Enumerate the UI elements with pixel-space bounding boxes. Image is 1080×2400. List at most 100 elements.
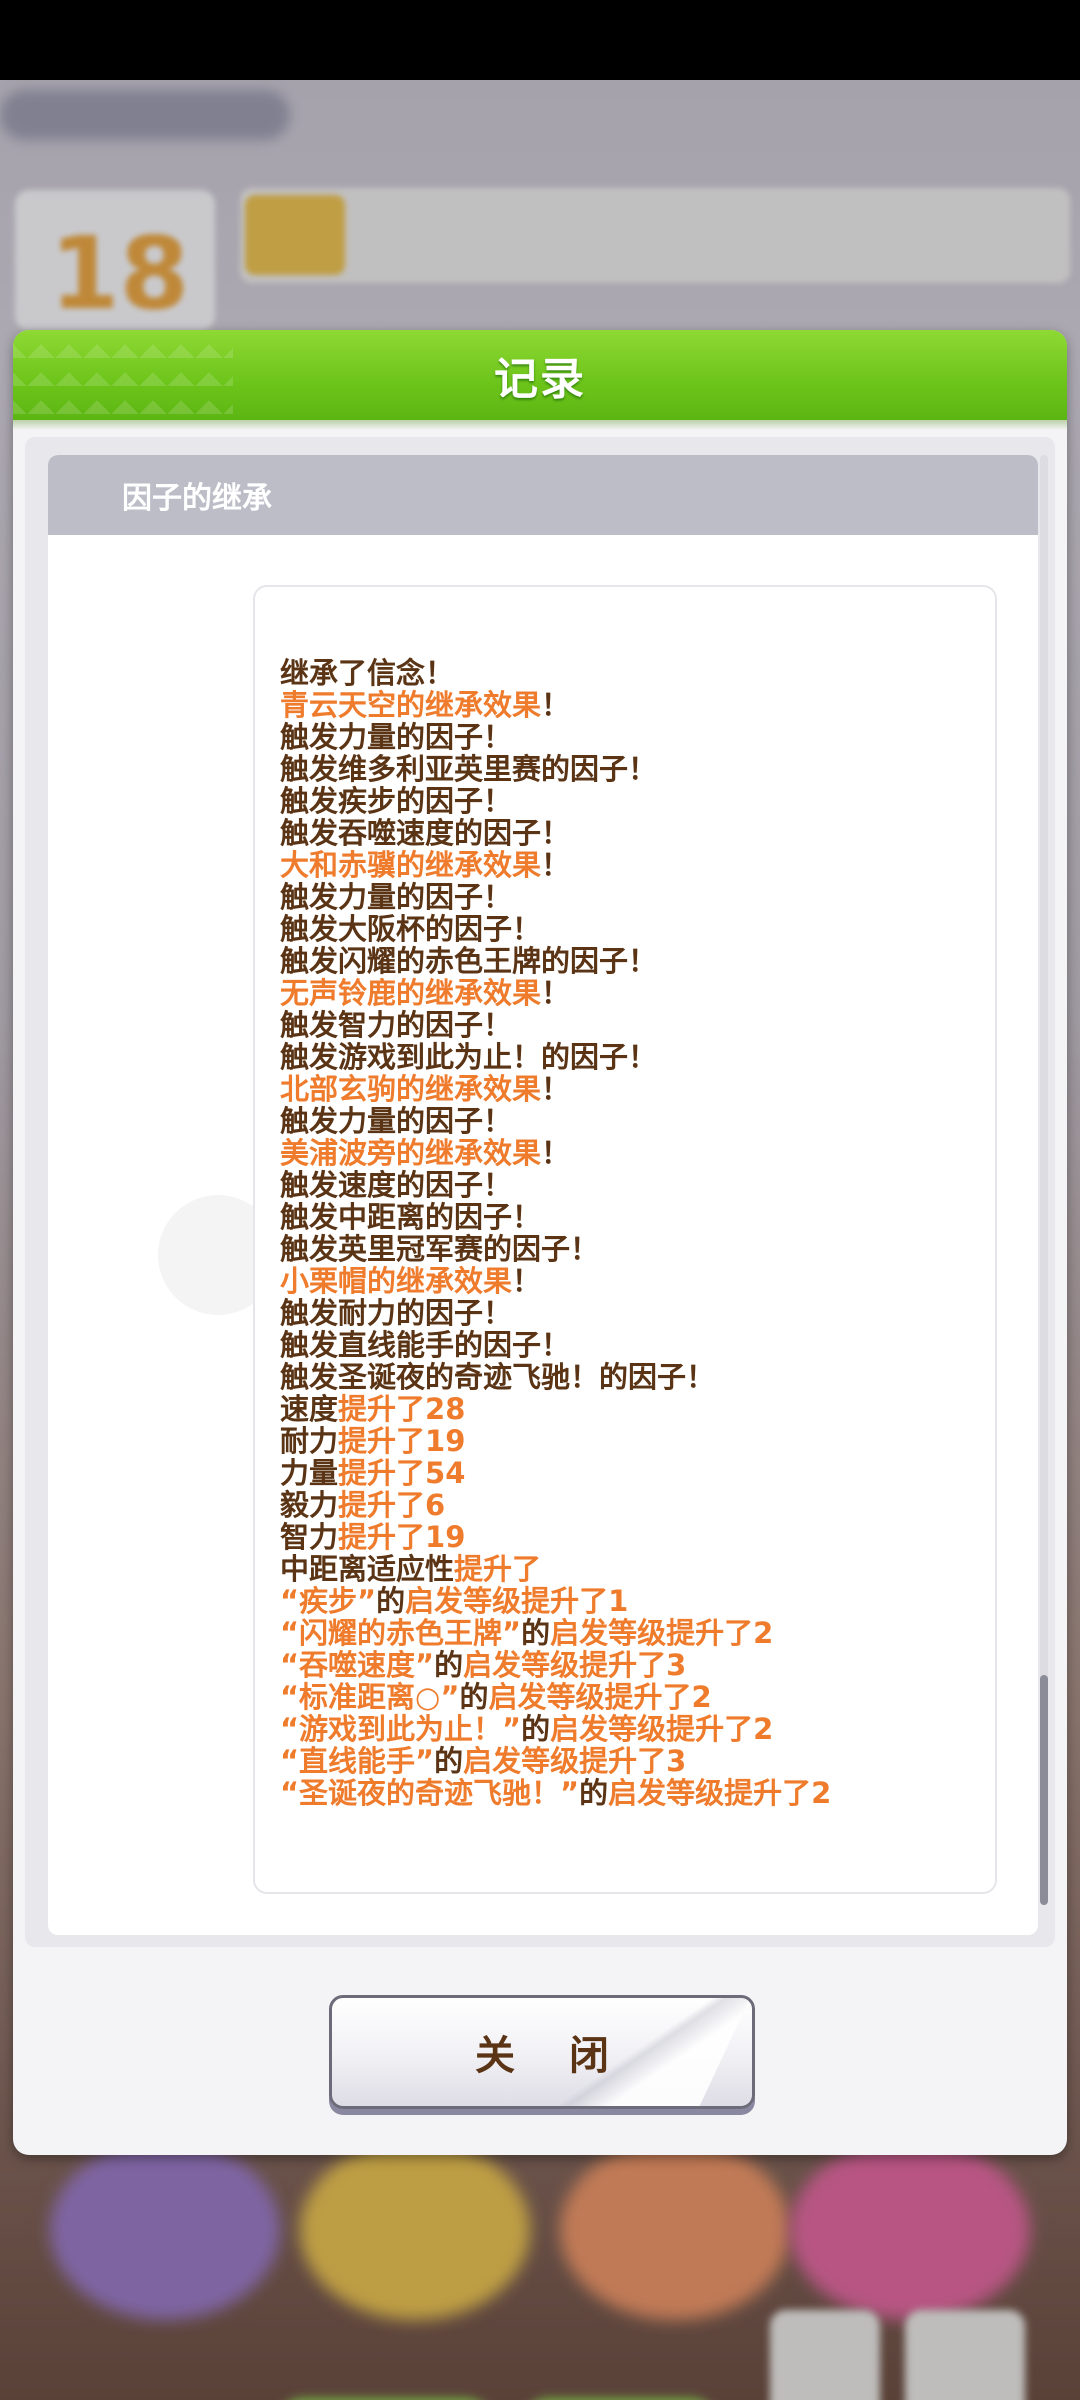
log-highlight-text: 提升了6 [338, 1488, 446, 1522]
log-highlight-text: 北部玄驹的继承效果 [280, 1072, 542, 1106]
log-line: “标准距离○”的启发等级提升了2 [280, 1681, 985, 1713]
log-line: 智力提升了19 [280, 1521, 985, 1553]
log-text: 触发大阪杯的因子！ [280, 912, 542, 946]
log-text: 速度 [280, 1392, 339, 1426]
log-line: “吞噬速度”的启发等级提升了3 [280, 1649, 985, 1681]
log-text: 触发闪耀的赤色王牌的因子！ [280, 944, 658, 978]
log-text: 的 [376, 1584, 406, 1618]
log-line: 触发力量的因子！ [280, 1105, 985, 1137]
log-highlight-text: 青云天空的继承效果 [280, 688, 542, 722]
log-line: “游戏到此为止！”的启发等级提升了2 [280, 1713, 985, 1745]
log-line: “直线能手”的启发等级提升了3 [280, 1745, 985, 1777]
log-line: 触发游戏到此为止！的因子！ [280, 1041, 985, 1073]
log-text: 的 [521, 1616, 551, 1650]
section-card: 因子的继承 继承了信念！ 青云天空的继承效果！ 触发力量的因子！ 触发维多利亚英里赛的… [48, 455, 1038, 1935]
record-dialog: 记录 因子的继承 继承了信念！ 青云天空的继承效果！ 触发力量的因子！ 触发维多利亚英… [13, 330, 1067, 2155]
log-highlight-text: 提升了19 [338, 1520, 466, 1554]
log-highlight-text: “圣诞夜的奇迹飞驰！” [280, 1776, 580, 1810]
log-text: 力量 [280, 1456, 339, 1490]
log-line: 中距离适应性提升了 [280, 1553, 985, 1585]
log-line: 小栗帽的继承效果！ [280, 1265, 985, 1297]
section-title: 因子的继承 [122, 481, 272, 516]
dialog-header: 记录 [13, 330, 1067, 420]
scroll-thumb[interactable] [1040, 1675, 1048, 1905]
log-highlight-text: 提升了 [454, 1552, 542, 1586]
log-line: 无声铃鹿的继承效果！ [280, 977, 985, 1009]
scrollbar[interactable] [1040, 455, 1048, 1905]
log-text: 的 [459, 1680, 489, 1714]
log-line: 毅力提升了6 [280, 1489, 985, 1521]
log-line: 触发圣诞夜的奇迹飞驰！的因子！ [280, 1361, 985, 1393]
log-text: ！ [512, 1264, 542, 1298]
log-text: 触发直线能手的因子！ [280, 1328, 571, 1362]
log-line: 触发大阪杯的因子！ [280, 913, 985, 945]
log-highlight-text: “吞噬速度” [280, 1648, 435, 1682]
log-text: 触发力量的因子！ [280, 1104, 513, 1138]
header-pattern [13, 330, 233, 420]
log-line: 北部玄驹的继承效果！ [280, 1073, 985, 1105]
log-highlight-text: “闪耀的赤色王牌” [280, 1616, 522, 1650]
log-highlight-text: 提升了28 [338, 1392, 466, 1426]
log-text: ！ [541, 1072, 571, 1106]
log-text: ！ [541, 1136, 571, 1170]
log-text: 的 [434, 1744, 464, 1778]
log-text: 继承了信念！ [280, 656, 455, 690]
log-text: 触发圣诞夜的奇迹飞驰！的因子！ [280, 1360, 716, 1394]
log-highlight-text: 启发等级提升了3 [463, 1744, 687, 1778]
log-text: 中距离适应性 [280, 1552, 455, 1586]
log-line: 触发耐力的因子！ [280, 1297, 985, 1329]
log-text: ！ [541, 848, 571, 882]
log-highlight-text: 无声铃鹿的继承效果 [280, 976, 542, 1010]
dialog-title: 记录 [494, 354, 586, 405]
log-highlight-text: 小栗帽的继承效果 [280, 1264, 513, 1298]
log-text: 的 [434, 1648, 464, 1682]
screen: 18 记录 因子的继承 继承了信念！ 青云天空的继承效果！ 触发力量的因子！ 触发维多… [0, 0, 1080, 2400]
log-box[interactable]: 继承了信念！ 青云天空的继承效果！ 触发力量的因子！ 触发维多利亚英里赛的因子！ 触发疾… [253, 585, 997, 1894]
log-text: 触发速度的因子！ [280, 1168, 513, 1202]
close-button[interactable]: 关 闭 [329, 1995, 755, 2109]
log-line: 触发疾步的因子！ [280, 785, 985, 817]
log-highlight-text: 提升了19 [338, 1424, 466, 1458]
log-line: 继承了信念！ [280, 657, 985, 689]
log-highlight-text: 启发等级提升了2 [608, 1776, 832, 1810]
log-line: 触发速度的因子！ [280, 1169, 985, 1201]
log-line: 触发力量的因子！ [280, 881, 985, 913]
header-shadow [13, 420, 1067, 430]
log-line: 触发中距离的因子！ [280, 1201, 985, 1233]
log-highlight-text: “标准距离○” [280, 1680, 460, 1714]
log-text: 触发英里冠军赛的因子！ [280, 1232, 600, 1266]
log-highlight-text: 启发等级提升了1 [405, 1584, 629, 1618]
log-highlight-text: 美浦波旁的继承效果 [280, 1136, 542, 1170]
log-line: 大和赤骥的继承效果！ [280, 849, 985, 881]
log-text: 触发耐力的因子！ [280, 1296, 513, 1330]
log-highlight-text: “疾步” [280, 1584, 377, 1618]
log-highlight-text: 大和赤骥的继承效果 [280, 848, 542, 882]
log-line: 触发吞噬速度的因子！ [280, 817, 985, 849]
log-line: “闪耀的赤色王牌”的启发等级提升了2 [280, 1617, 985, 1649]
log-line: 美浦波旁的继承效果！ [280, 1137, 985, 1169]
log-highlight-text: “直线能手” [280, 1744, 435, 1778]
log-text: 耐力 [280, 1424, 339, 1458]
log-highlight-text: 启发等级提升了3 [463, 1648, 687, 1682]
log-highlight-text: 提升了54 [338, 1456, 466, 1490]
log-highlight-text: “游戏到此为止！” [280, 1712, 522, 1746]
log-line: 触发智力的因子！ [280, 1009, 985, 1041]
log-line: 触发维多利亚英里赛的因子！ [280, 753, 985, 785]
log-text: 触发疾步的因子！ [280, 784, 513, 818]
log-text: 触发游戏到此为止！的因子！ [280, 1040, 658, 1074]
log-highlight-text: 启发等级提升了2 [550, 1616, 774, 1650]
log-line: 青云天空的继承效果！ [280, 689, 985, 721]
section-header: 因子的继承 [48, 455, 1038, 535]
log-line: 速度提升了28 [280, 1393, 985, 1425]
log-line: 触发力量的因子！ [280, 721, 985, 753]
log-lines: 继承了信念！ 青云天空的继承效果！ 触发力量的因子！ 触发维多利亚英里赛的因子！ 触发疾… [280, 657, 985, 1809]
log-highlight-text: 启发等级提升了2 [488, 1680, 712, 1714]
log-text: 触发智力的因子！ [280, 1008, 513, 1042]
log-line: 触发英里冠军赛的因子！ [280, 1233, 985, 1265]
log-text: 触发维多利亚英里赛的因子！ [280, 752, 658, 786]
log-text: 触发力量的因子！ [280, 880, 513, 914]
log-highlight-text: 启发等级提升了2 [550, 1712, 774, 1746]
log-line: 耐力提升了19 [280, 1425, 985, 1457]
log-text: 毅力 [280, 1488, 339, 1522]
log-text: 触发中距离的因子！ [280, 1200, 542, 1234]
